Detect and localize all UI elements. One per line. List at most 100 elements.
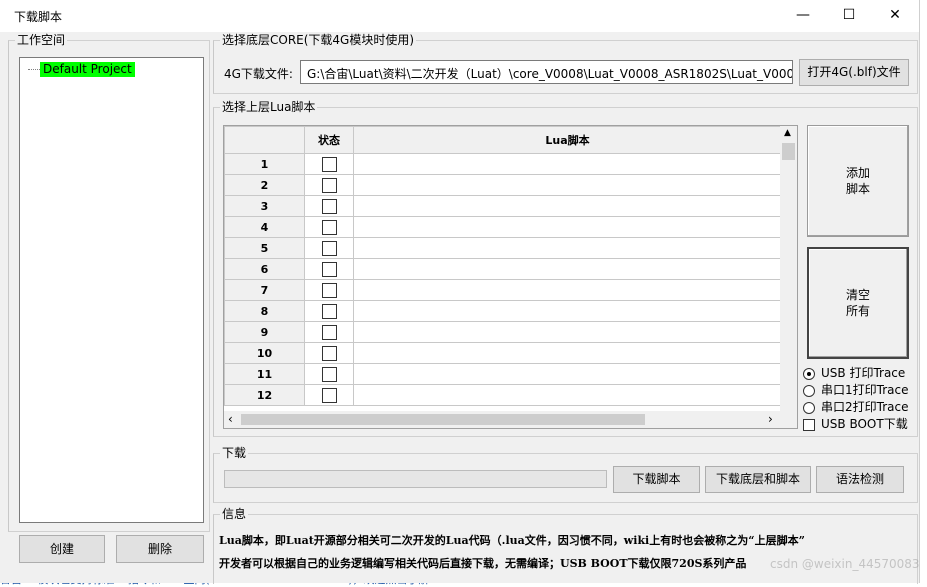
table-row[interactable]: 3 [224, 195, 782, 217]
radio-usb-trace[interactable] [803, 367, 815, 380]
vertical-scrollbar[interactable]: ▲ [780, 126, 797, 411]
status-checkbox[interactable] [321, 387, 337, 403]
script-cell[interactable] [353, 279, 782, 301]
status-checkbox[interactable] [321, 177, 337, 193]
table-row[interactable]: 5 [224, 237, 782, 259]
delete-button[interactable]: 删除 [116, 535, 204, 563]
status-cell[interactable] [304, 153, 354, 175]
usb-boot-checkbox[interactable] [803, 418, 815, 431]
download-group-label: 下载 [220, 446, 249, 460]
radio-uart2-trace[interactable] [803, 401, 815, 414]
clear-all-label-line1: 清空 [845, 288, 870, 302]
horizontal-scroll-thumb[interactable] [241, 414, 645, 425]
script-cell[interactable] [353, 195, 782, 217]
tree-item-default-project[interactable]: Default Project [40, 62, 135, 77]
script-cell[interactable] [353, 237, 782, 259]
download-core-and-script-button[interactable]: 下载底层和脚本 [705, 466, 811, 493]
maximize-button[interactable]: ☐ [826, 0, 872, 32]
status-checkbox[interactable] [321, 198, 337, 214]
row-number: 2 [224, 174, 305, 196]
table-row[interactable]: 2 [224, 174, 782, 196]
table-row[interactable]: 1 [224, 153, 782, 175]
info-line-2: 开发者可以根据自己的业务逻辑编写相关代码后直接下载，无需编译；USB BOOT下… [219, 557, 747, 570]
usb-boot-option[interactable]: USB BOOT下载 [803, 416, 908, 433]
row-number: 1 [224, 153, 305, 175]
add-script-label-line2: 脚本 [845, 182, 870, 196]
close-button[interactable]: ✕ [872, 0, 918, 32]
script-cell[interactable] [353, 384, 782, 406]
status-checkbox[interactable] [321, 156, 337, 172]
project-tree[interactable]: Default Project [19, 57, 204, 523]
status-checkbox[interactable] [321, 303, 337, 319]
scroll-right-icon[interactable]: › [768, 412, 773, 426]
core-file-path-text: G:\合宙\Luat\资料\二次开发（Luat）\core_V0008\Luat… [307, 67, 793, 81]
status-cell[interactable] [304, 300, 354, 322]
status-cell[interactable] [304, 195, 354, 217]
status-cell[interactable] [304, 237, 354, 259]
clear-all-button[interactable]: 清空 所有 [807, 247, 909, 359]
trace-option-uart1-label: 串口1打印Trace [821, 383, 909, 397]
status-checkbox[interactable] [321, 240, 337, 256]
row-number: 12 [224, 384, 305, 406]
table-row[interactable]: 8 [224, 300, 782, 322]
script-cell[interactable] [353, 258, 782, 280]
status-cell[interactable] [304, 279, 354, 301]
table-row[interactable]: 6 [224, 258, 782, 280]
table-row[interactable]: 7 [224, 279, 782, 301]
table-row[interactable]: 9 [224, 321, 782, 343]
script-cell[interactable] [353, 300, 782, 322]
status-checkbox[interactable] [321, 282, 337, 298]
status-checkbox[interactable] [321, 345, 337, 361]
lua-script-grid[interactable]: 状态 Lua脚本 1 2 3 4 5 6 7 8 9 10 11 12 ▲ ‹ … [223, 125, 798, 429]
row-number: 11 [224, 363, 305, 385]
script-cell[interactable] [353, 216, 782, 238]
background-right-strip [920, 0, 927, 583]
status-cell[interactable] [304, 384, 354, 406]
status-checkbox[interactable] [321, 366, 337, 382]
row-number: 7 [224, 279, 305, 301]
status-checkbox[interactable] [321, 261, 337, 277]
minimize-button[interactable]: — [780, 0, 826, 32]
add-script-label-line1: 添加 [845, 166, 870, 180]
info-line-1: Lua脚本，即Luat开源部分相关可二次开发的Lua代码（.lua文件，因习惯不… [219, 534, 805, 547]
status-cell[interactable] [304, 342, 354, 364]
open-4g-file-button[interactable]: 打开4G(.blf)文件 [799, 59, 909, 86]
horizontal-scrollbar[interactable]: ‹ › [224, 411, 797, 428]
row-number: 10 [224, 342, 305, 364]
radio-uart1-trace[interactable] [803, 384, 815, 397]
column-header-lua-script: Lua脚本 [353, 126, 782, 154]
core-file-path-field[interactable]: G:\合宙\Luat\资料\二次开发（Luat）\core_V0008\Luat… [300, 60, 793, 84]
workspace-label: 工作空间 [15, 33, 68, 47]
status-checkbox[interactable] [321, 219, 337, 235]
column-header-index [224, 126, 305, 154]
create-button[interactable]: 创建 [19, 535, 105, 563]
script-cell[interactable] [353, 342, 782, 364]
table-row[interactable]: 12 [224, 384, 782, 406]
row-number: 4 [224, 216, 305, 238]
status-cell[interactable] [304, 216, 354, 238]
status-cell[interactable] [304, 258, 354, 280]
scroll-left-icon[interactable]: ‹ [228, 412, 233, 426]
table-row[interactable]: 11 [224, 363, 782, 385]
status-cell[interactable] [304, 321, 354, 343]
script-cell[interactable] [353, 153, 782, 175]
syntax-check-button[interactable]: 语法检测 [816, 466, 904, 493]
status-checkbox[interactable] [321, 324, 337, 340]
vertical-scroll-thumb[interactable] [782, 143, 795, 160]
add-script-button[interactable]: 添加 脚本 [807, 125, 909, 237]
row-number: 9 [224, 321, 305, 343]
script-cell[interactable] [353, 321, 782, 343]
script-cell[interactable] [353, 363, 782, 385]
status-cell[interactable] [304, 174, 354, 196]
trace-option-usb[interactable]: USB 打印Trace [803, 365, 905, 382]
trace-option-uart2[interactable]: 串口2打印Trace [803, 399, 908, 416]
table-row[interactable]: 10 [224, 342, 782, 364]
download-script-button[interactable]: 下载脚本 [613, 466, 700, 493]
status-cell[interactable] [304, 363, 354, 385]
trace-option-uart1[interactable]: 串口1打印Trace [803, 382, 908, 399]
table-row[interactable]: 4 [224, 216, 782, 238]
row-number: 5 [224, 237, 305, 259]
lua-script-table: 状态 Lua脚本 1 2 3 4 5 6 7 8 9 10 11 12 [224, 126, 782, 406]
scroll-up-icon[interactable]: ▲ [784, 128, 791, 138]
script-cell[interactable] [353, 174, 782, 196]
